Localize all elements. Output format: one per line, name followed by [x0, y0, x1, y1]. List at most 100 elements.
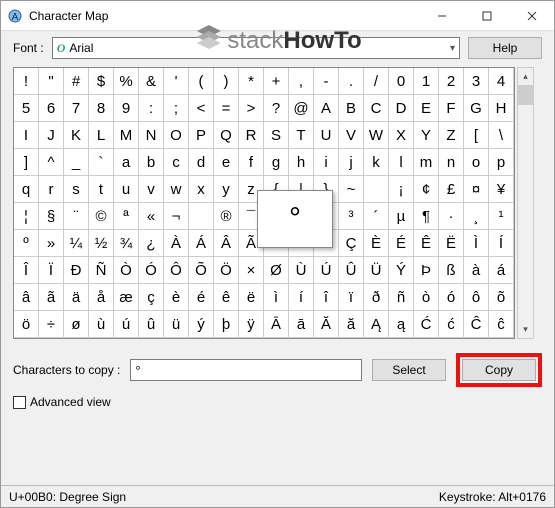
char-cell[interactable]: J — [39, 122, 64, 149]
scroll-up-icon[interactable]: ▴ — [518, 68, 533, 85]
char-cell[interactable]: K — [64, 122, 89, 149]
char-cell[interactable]: È — [364, 230, 389, 257]
char-cell[interactable]: ¸ — [464, 203, 489, 230]
char-cell[interactable]: ă — [339, 311, 364, 338]
scroll-thumb[interactable] — [518, 85, 533, 105]
char-cell[interactable]: Q — [214, 122, 239, 149]
select-button[interactable]: Select — [372, 359, 446, 381]
char-cell[interactable]: ¢ — [414, 176, 439, 203]
char-cell[interactable]: ^ — [39, 149, 64, 176]
char-cell[interactable]: Ê — [414, 230, 439, 257]
char-cell[interactable]: è — [164, 284, 189, 311]
char-cell[interactable]: Â — [214, 230, 239, 257]
char-cell[interactable] — [364, 176, 389, 203]
char-cell[interactable]: ¥ — [489, 176, 514, 203]
copy-input[interactable] — [130, 359, 362, 381]
char-cell[interactable]: ) — [214, 68, 239, 95]
char-cell[interactable]: ã — [39, 284, 64, 311]
char-cell[interactable]: r — [39, 176, 64, 203]
char-cell[interactable]: Ù — [289, 257, 314, 284]
char-cell[interactable]: » — [39, 230, 64, 257]
char-cell[interactable]: S — [264, 122, 289, 149]
char-cell[interactable]: I — [14, 122, 39, 149]
char-cell[interactable]: C — [364, 95, 389, 122]
char-cell[interactable]: ý — [189, 311, 214, 338]
char-cell[interactable]: ¬ — [164, 203, 189, 230]
char-cell[interactable]: ~ — [339, 176, 364, 203]
char-cell[interactable]: ß — [439, 257, 464, 284]
char-cell[interactable]: U — [314, 122, 339, 149]
char-cell[interactable]: ! — [14, 68, 39, 95]
char-cell[interactable]: 3 — [464, 68, 489, 95]
char-cell[interactable]: 9 — [114, 95, 139, 122]
char-cell[interactable]: Z — [439, 122, 464, 149]
char-cell[interactable]: Î — [14, 257, 39, 284]
char-cell[interactable]: c — [164, 149, 189, 176]
char-cell[interactable]: ' — [164, 68, 189, 95]
char-cell[interactable]: & — [139, 68, 164, 95]
char-cell[interactable]: ­ — [189, 203, 214, 230]
char-cell[interactable]: i — [314, 149, 339, 176]
font-dropdown[interactable]: O Arial ▾ — [52, 37, 460, 59]
char-cell[interactable]: ć — [439, 311, 464, 338]
char-cell[interactable]: ì — [264, 284, 289, 311]
char-cell[interactable]: ĉ — [489, 311, 514, 338]
char-cell[interactable]: 1 — [414, 68, 439, 95]
char-cell[interactable]: 8 — [89, 95, 114, 122]
char-cell[interactable]: õ — [489, 284, 514, 311]
char-cell[interactable]: ? — [264, 95, 289, 122]
char-cell[interactable]: u — [114, 176, 139, 203]
char-cell[interactable]: Ð — [64, 257, 89, 284]
char-cell[interactable]: _ — [64, 149, 89, 176]
char-cell[interactable]: W — [364, 122, 389, 149]
char-cell[interactable]: g — [264, 149, 289, 176]
char-cell[interactable]: N — [139, 122, 164, 149]
char-cell[interactable]: ³ — [339, 203, 364, 230]
char-cell[interactable]: X — [389, 122, 414, 149]
char-cell[interactable]: À — [164, 230, 189, 257]
char-cell[interactable]: É — [389, 230, 414, 257]
char-cell[interactable]: , — [289, 68, 314, 95]
char-cell[interactable]: ª — [114, 203, 139, 230]
char-cell[interactable]: " — [39, 68, 64, 95]
char-cell[interactable]: ð — [364, 284, 389, 311]
char-cell[interactable]: º — [14, 230, 39, 257]
char-cell[interactable]: t — [89, 176, 114, 203]
char-cell[interactable]: Ñ — [89, 257, 114, 284]
advanced-checkbox[interactable] — [13, 396, 26, 409]
char-cell[interactable]: Ö — [214, 257, 239, 284]
char-cell[interactable]: ë — [239, 284, 264, 311]
char-cell[interactable]: D — [389, 95, 414, 122]
char-cell[interactable]: l — [389, 149, 414, 176]
char-cell[interactable]: ¶ — [414, 203, 439, 230]
char-cell[interactable]: ü — [164, 311, 189, 338]
char-cell[interactable]: P — [189, 122, 214, 149]
char-cell[interactable]: ¹ — [489, 203, 514, 230]
char-cell[interactable]: é — [189, 284, 214, 311]
char-cell[interactable]: - — [314, 68, 339, 95]
char-cell[interactable]: s — [64, 176, 89, 203]
char-cell[interactable]: Ă — [314, 311, 339, 338]
char-cell[interactable]: E — [414, 95, 439, 122]
char-cell[interactable]: B — [339, 95, 364, 122]
char-cell[interactable]: n — [439, 149, 464, 176]
char-cell[interactable]: 4 — [489, 68, 514, 95]
char-cell[interactable]: û — [139, 311, 164, 338]
char-cell[interactable]: Á — [189, 230, 214, 257]
char-cell[interactable]: Ĉ — [464, 311, 489, 338]
char-cell[interactable]: ó — [439, 284, 464, 311]
char-cell[interactable]: Ì — [464, 230, 489, 257]
char-cell[interactable]: Ô — [164, 257, 189, 284]
char-cell[interactable]: ½ — [89, 230, 114, 257]
char-cell[interactable]: ¿ — [139, 230, 164, 257]
char-cell[interactable]: Y — [414, 122, 439, 149]
char-cell[interactable]: Ą — [364, 311, 389, 338]
char-cell[interactable]: b — [139, 149, 164, 176]
char-cell[interactable]: v — [139, 176, 164, 203]
char-cell[interactable]: p — [489, 149, 514, 176]
char-cell[interactable]: + — [264, 68, 289, 95]
char-cell[interactable]: © — [89, 203, 114, 230]
char-cell[interactable]: ] — [14, 149, 39, 176]
char-cell[interactable]: ú — [114, 311, 139, 338]
close-button[interactable] — [509, 1, 554, 30]
